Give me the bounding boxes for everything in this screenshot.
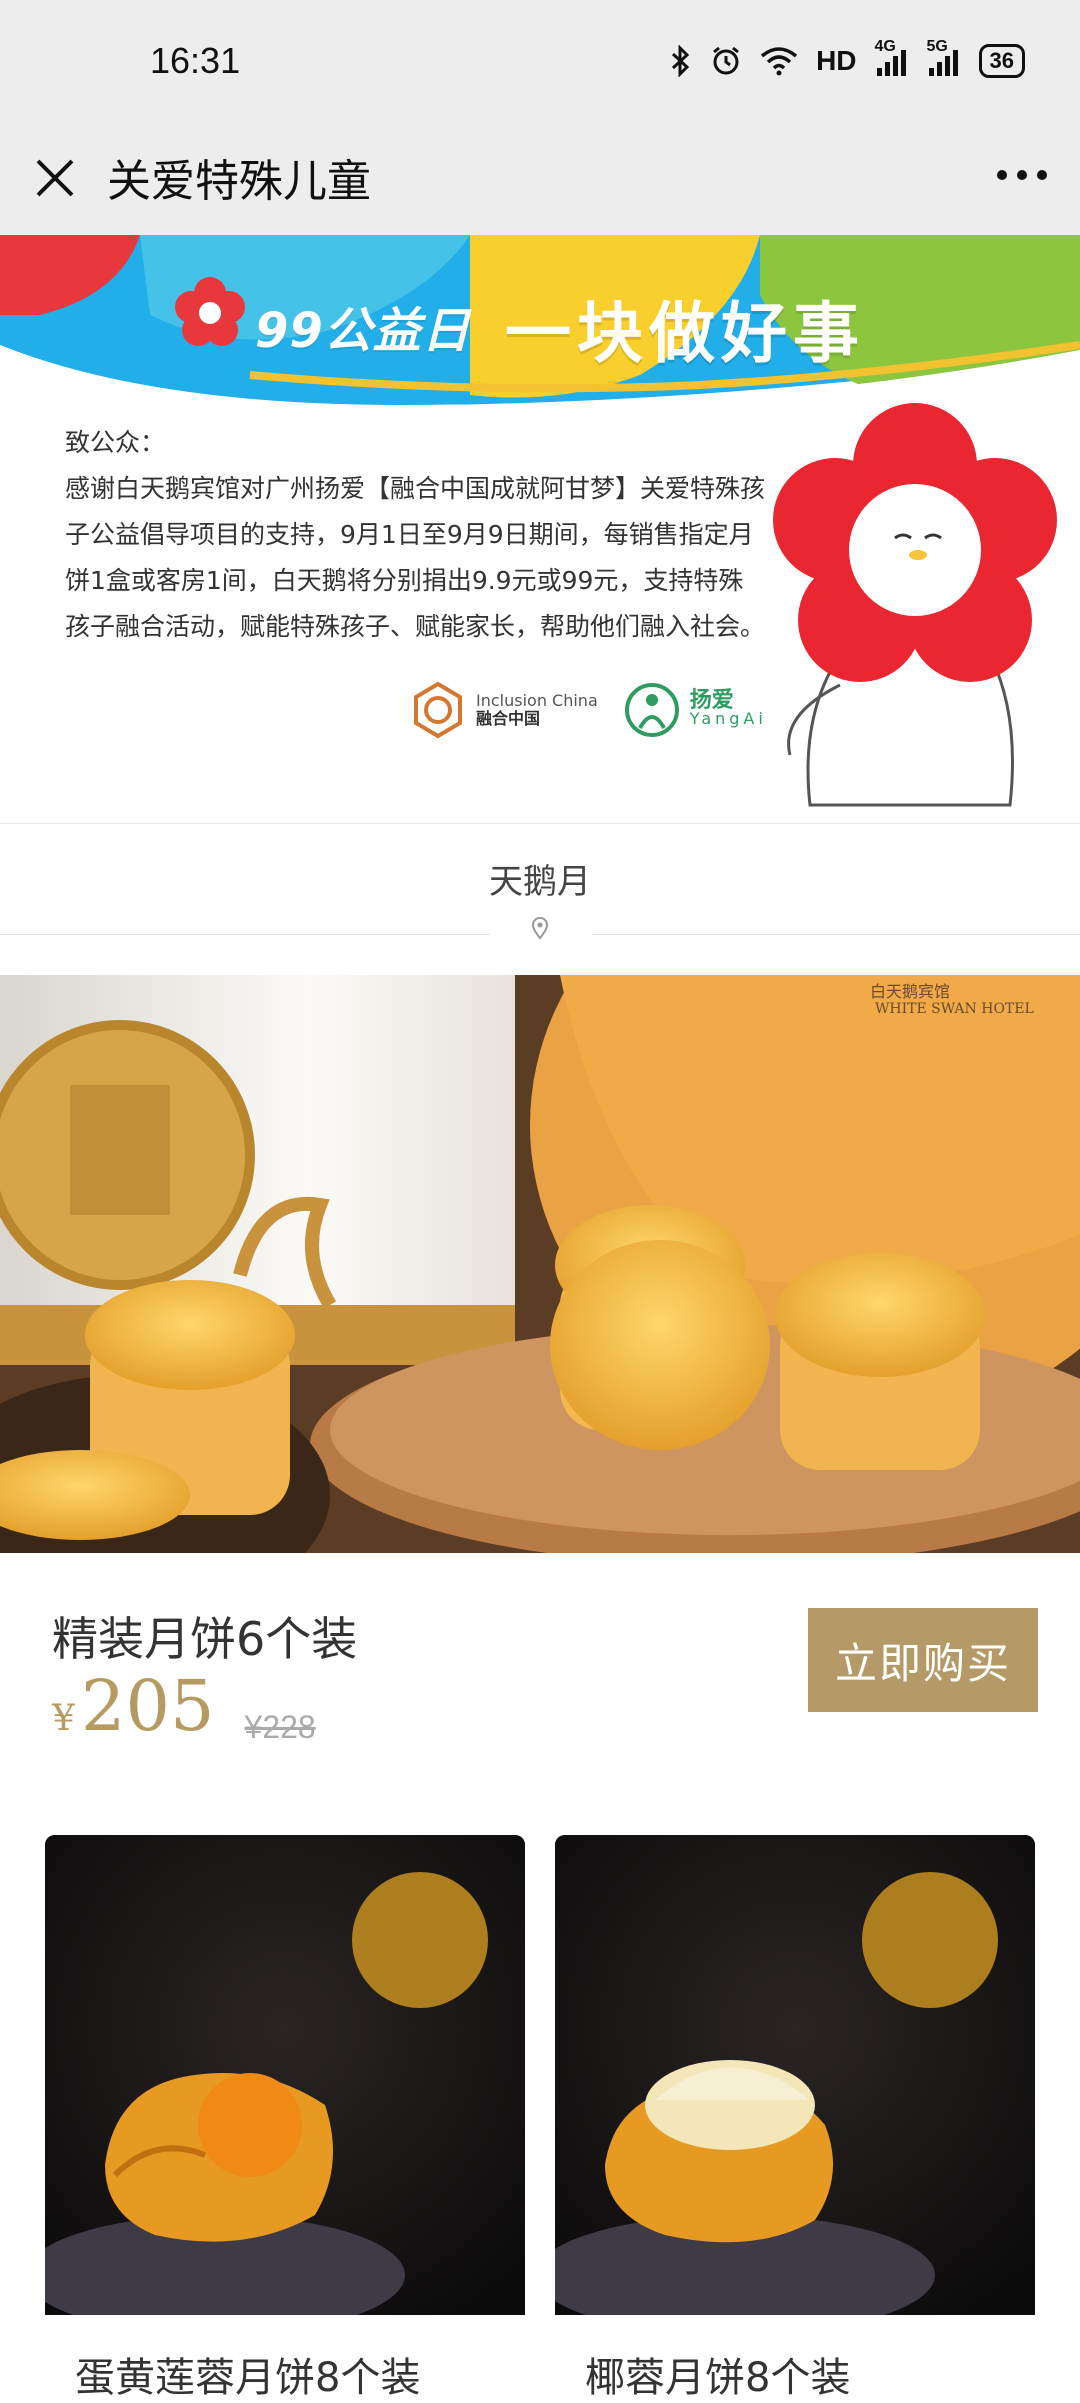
wifi-icon (760, 46, 798, 76)
signal-4g-label: 4G (874, 38, 896, 55)
bluetooth-icon (670, 45, 692, 77)
partner-yangai: 扬爱 YangAi (622, 680, 767, 740)
product-card[interactable]: 蛋黄莲蓉月饼8个装 (45, 1835, 525, 2401)
hero-product-image[interactable]: 白天鹅宾馆 WHITE SWAN HOTEL (0, 975, 1080, 1553)
product-card-name: 椰蓉月饼8个装 (585, 2355, 851, 2401)
box-label-en: WHITE SWAN HOTEL (875, 1001, 1034, 1017)
page-title: 关爱特殊儿童 (107, 156, 371, 207)
partner2-en: YangAi (689, 709, 767, 728)
nav-bar: 关爱特殊儿童 (0, 135, 1080, 235)
banner-body: 感谢白天鹅宾馆对广州扬爱【融合中国成就阿甘梦】关爱特殊孩子公益倡导项目的支持，9… (65, 474, 766, 641)
banner-logo-text: 99公益日 (255, 303, 471, 359)
status-icons: HD 4G 5G 36 (670, 38, 1025, 78)
alarm-icon (710, 45, 742, 77)
product-card-image (555, 1835, 1035, 2315)
more-dots-icon (997, 170, 1047, 180)
partner-inclusion-china: Inclusion China 融合中国 (408, 680, 598, 740)
status-time: 16:31 (150, 40, 241, 81)
coconut-mooncake-photo (555, 1835, 1035, 2315)
price-row: ¥205 ¥228 (52, 1671, 316, 1754)
partner1-name: 融合中国 (476, 709, 541, 728)
signal-5g-icon: 5G (927, 38, 961, 76)
banner-message: 致公众： 感谢白天鹅宾馆对广州扬爱【融合中国成就阿甘梦】关爱特殊孩子公益倡导项目… (65, 420, 765, 650)
product-name: 精装月饼6个装 (52, 1612, 358, 1666)
mooncake-gift-box-photo: 白天鹅宾馆 WHITE SWAN HOTEL (0, 975, 1080, 1553)
egg-yolk-mooncake-photo (45, 1835, 525, 2315)
signal-5g-label: 5G (926, 38, 948, 55)
partner-logos: Inclusion China 融合中国 扬爱 YangAi (408, 680, 767, 740)
yangai-logo-icon (624, 683, 679, 737)
section-divider-left (0, 934, 490, 935)
price-value: 205 (80, 1665, 215, 1747)
charity-banner: 99公益日 一块做好事 致公众： 感谢白天鹅宾馆对广州扬爱【融合中国成就阿甘梦】… (0, 235, 1080, 820)
section-title: 天鹅月 (489, 862, 591, 902)
product-info: 精装月饼6个装 ¥205 ¥228 立即购买 (0, 1553, 1080, 1753)
original-price: ¥228 (244, 1709, 316, 1745)
product-card-name: 蛋黄莲蓉月饼8个装 (75, 2355, 421, 2401)
hd-label: HD (816, 45, 857, 76)
flower-mascot-illustration (773, 403, 1057, 807)
buy-now-button[interactable]: 立即购买 (808, 1608, 1038, 1712)
more-button[interactable] (992, 155, 1052, 195)
section-divider-right (592, 934, 1080, 935)
banner-greeting: 致公众： (65, 428, 166, 457)
product-card[interactable]: 椰蓉月饼8个装 (555, 1835, 1035, 2401)
section-header: 天鹅月 (0, 823, 1080, 940)
currency-symbol: ¥ (52, 1698, 75, 1739)
banner-slogan: 一块做好事 (505, 295, 865, 372)
close-button[interactable] (28, 151, 82, 205)
signal-4g-icon: 4G (875, 38, 909, 76)
location-pin-icon (531, 916, 549, 940)
product-card-image (45, 1835, 525, 2315)
partner1-en: Inclusion China (476, 691, 598, 710)
partner2-name: 扬爱 (689, 688, 734, 713)
battery-icon: 36 (978, 44, 1025, 78)
current-price: ¥205 (52, 1671, 215, 1754)
status-bar: 16:31 HD 4G 5G 36 (0, 0, 1080, 135)
box-label-cn: 白天鹅宾馆 (870, 982, 950, 1001)
inclusion-china-logo-icon (414, 681, 462, 739)
close-icon (36, 159, 74, 197)
